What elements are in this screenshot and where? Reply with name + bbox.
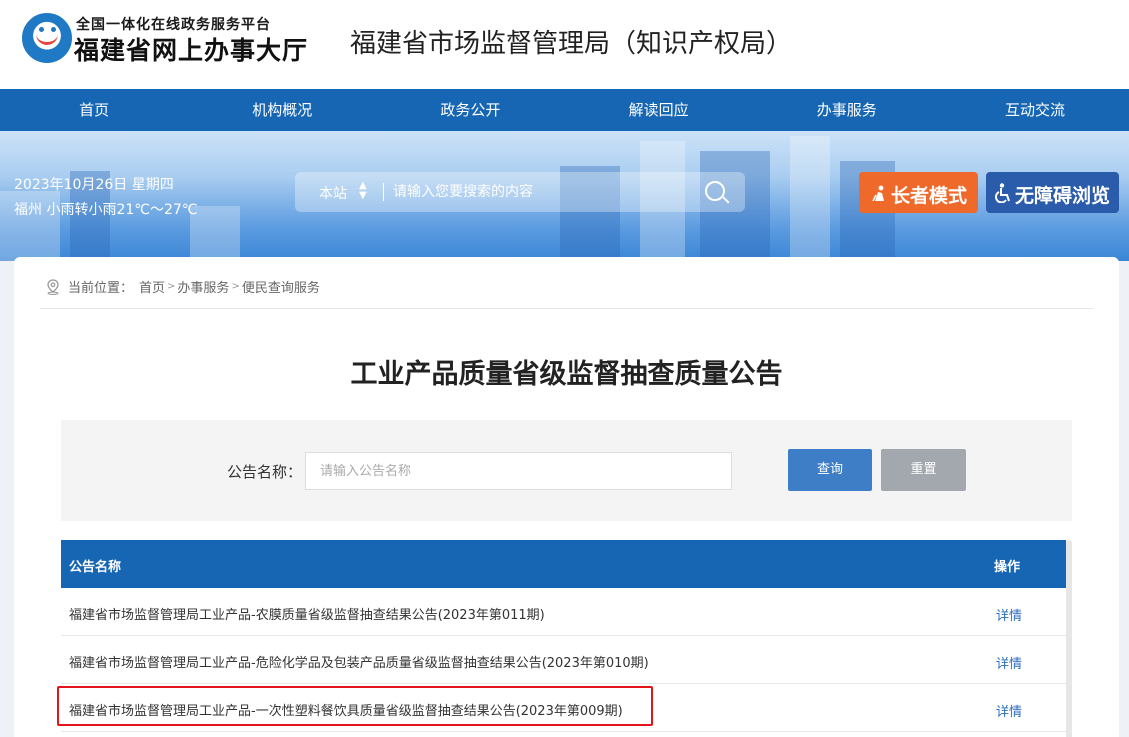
page-title: 工业产品质量省级监督抽查质量公告 bbox=[350, 359, 783, 390]
breadcrumb-prefix: 当前位置： bbox=[68, 281, 134, 296]
detail-link[interactable]: 详情 bbox=[996, 653, 1022, 672]
announcement-link[interactable]: 福建省市场监督管理局工业产品-一次性塑料餐饮具质量省级监督抽查结果公告(2023… bbox=[69, 700, 623, 719]
elder-icon bbox=[872, 185, 884, 201]
table-row: 福建省市场监督管理局工业产品-危险化学品及包装产品质量省级监督抽查结果公告(20… bbox=[61, 636, 1066, 684]
platform-name[interactable]: 福建省网上办事大厅 bbox=[74, 31, 308, 67]
announcement-table: 公告名称 操作 福建省市场监督管理局工业产品-农膜质量省级监督抽查结果公告(20… bbox=[57, 540, 1066, 732]
scope-updown-icon[interactable]: ▲ ▼ bbox=[359, 181, 367, 201]
search-icon[interactable] bbox=[705, 181, 725, 201]
breadcrumb-services[interactable]: 办事服务 bbox=[177, 277, 229, 296]
breadcrumb-sep: > bbox=[231, 281, 240, 292]
column-header-name: 公告名称 bbox=[69, 560, 122, 575]
filter-bar: 公告名称： 查询 重置 bbox=[61, 420, 1072, 521]
org-title: 福建省市场监督管理局（知识产权局） bbox=[350, 29, 793, 59]
announcement-link[interactable]: 福建省市场监督管理局工业产品-农膜质量省级监督抽查结果公告(2023年第011期… bbox=[69, 604, 545, 623]
breadcrumb-current[interactable]: 便民查询服务 bbox=[242, 277, 320, 296]
breadcrumb: 当前位置： 首页 > 办事服务 > 便民查询服务 bbox=[46, 277, 320, 296]
nav-item-services[interactable]: 办事服务 bbox=[753, 89, 941, 131]
elder-mode-button[interactable]: 长者模式 bbox=[859, 172, 978, 213]
detail-link[interactable]: 详情 bbox=[996, 701, 1022, 720]
table-scrollbar[interactable] bbox=[1066, 540, 1072, 737]
detail-link[interactable]: 详情 bbox=[996, 605, 1022, 624]
table-row: 福建省市场监督管理局工业产品-农膜质量省级监督抽查结果公告(2023年第011期… bbox=[61, 588, 1066, 636]
main-nav: 首页 机构概况 政务公开 解读回应 办事服务 互动交流 bbox=[0, 89, 1129, 131]
weather-info: 福州 小雨转小雨21℃～27℃ bbox=[14, 202, 198, 218]
banner: 2023年10月26日 星期四 福州 小雨转小雨21℃～27℃ 本站 ▲▼ 长者… bbox=[0, 131, 1129, 261]
announcement-link[interactable]: 福建省市场监督管理局工业产品-危险化学品及包装产品质量省级监督抽查结果公告(20… bbox=[69, 652, 649, 671]
nav-item-public[interactable]: 政务公开 bbox=[376, 89, 564, 131]
wheelchair-icon bbox=[994, 183, 1010, 203]
table-header: 公告名称 操作 bbox=[61, 540, 1066, 588]
nav-item-interpret[interactable]: 解读回应 bbox=[565, 89, 753, 131]
platform-logo-icon[interactable] bbox=[22, 13, 72, 63]
breadcrumb-home[interactable]: 首页 bbox=[139, 277, 165, 296]
search-scope-select[interactable]: 本站 bbox=[319, 183, 347, 203]
table-row: 福建省市场监督管理局工业产品-一次性塑料餐饮具质量省级监督抽查结果公告(2023… bbox=[57, 684, 1066, 732]
nav-item-home[interactable]: 首页 bbox=[0, 89, 188, 131]
location-pin-icon bbox=[47, 278, 59, 295]
nav-item-interact[interactable]: 互动交流 bbox=[941, 89, 1129, 131]
logo-smile bbox=[36, 29, 58, 45]
search-divider bbox=[383, 183, 384, 201]
nav-item-overview[interactable]: 机构概况 bbox=[188, 89, 376, 131]
breadcrumb-sep: > bbox=[167, 281, 176, 292]
breadcrumb-divider bbox=[40, 308, 1093, 309]
site-search-bar: 本站 ▲ ▼ bbox=[295, 172, 745, 212]
accessible-browse-label: 无障碍浏览 bbox=[1015, 185, 1111, 207]
accessible-browse-button[interactable]: 无障碍浏览 bbox=[986, 172, 1119, 213]
current-date: 2023年10月26日 星期四 bbox=[14, 177, 174, 193]
site-search-input[interactable] bbox=[393, 179, 683, 205]
elder-mode-label: 长者模式 bbox=[891, 185, 968, 207]
announcement-name-input[interactable] bbox=[305, 452, 732, 490]
reset-button[interactable]: 重置 bbox=[881, 449, 966, 491]
filter-label: 公告名称： bbox=[227, 463, 303, 481]
banner-building bbox=[790, 136, 830, 261]
query-button[interactable]: 查询 bbox=[788, 449, 872, 491]
site-header: 全国一体化在线政务服务平台 福建省网上办事大厅 福建省市场监督管理局（知识产权局… bbox=[0, 0, 1129, 89]
column-header-op: 操作 bbox=[994, 560, 1021, 575]
content-panel: 当前位置： 首页 > 办事服务 > 便民查询服务 工业产品质量省级监督抽查质量公… bbox=[14, 257, 1119, 737]
